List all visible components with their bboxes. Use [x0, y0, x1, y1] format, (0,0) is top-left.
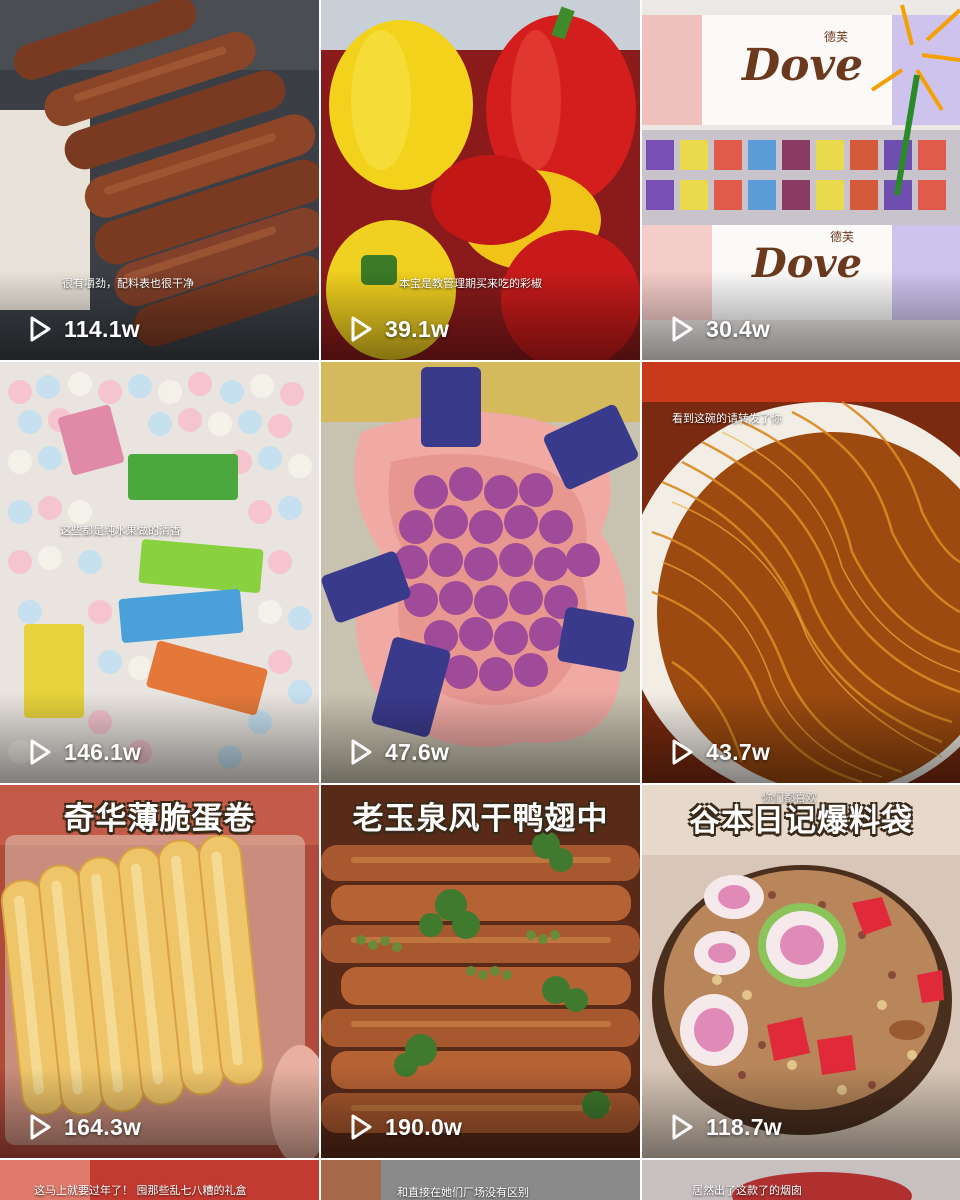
video-card[interactable]: 和直接在她们厂场没有区别 [321, 1160, 640, 1200]
play-count-value: 190.0w [385, 1113, 463, 1140]
play-count: 114.1w [24, 314, 140, 344]
play-count-value: 118.7w [706, 1113, 782, 1140]
play-count-value: 164.3w [64, 1113, 142, 1140]
video-caption: 很有嚼劲，配料表也很干净 [62, 277, 194, 290]
video-card[interactable]: Dove 德芙 Dove 德芙 30.4w [642, 0, 960, 360]
play-count: 39.1w [345, 314, 449, 344]
play-count-value: 39.1w [385, 315, 450, 342]
play-count: 47.6w [345, 737, 449, 767]
video-grid: 很有嚼劲，配料表也很干净 114.1w 本宝是教管理期买来吃的彩椒 39.1w [0, 0, 960, 1200]
video-caption: 居然出了这款了的烟囱 [692, 1184, 802, 1197]
video-caption: 和直接在她们厂场没有区别 [397, 1186, 529, 1199]
video-card[interactable]: 老玉泉风干鸭翅中 190.0w [321, 785, 640, 1158]
video-card[interactable]: 这马上就要过年了！ 囤那些乱七八糟的礼盒 [0, 1160, 319, 1200]
video-card[interactable]: 本宝是教管理期买来吃的彩椒 39.1w [321, 0, 640, 360]
video-card[interactable]: 很有嚼劲，配料表也很干净 114.1w [0, 0, 319, 360]
video-title: 谷本日记爆料袋 [689, 803, 913, 839]
play-icon [351, 1114, 372, 1140]
play-icon [672, 316, 693, 342]
play-count: 146.1w [24, 737, 141, 767]
play-icon [351, 739, 372, 765]
video-card[interactable]: 这些都是纯水果做的清香 146.1w [0, 362, 319, 783]
play-count-value: 30.4w [706, 315, 771, 342]
play-count-value: 43.7w [706, 738, 771, 765]
video-caption: 这些都是纯水果做的清香 [60, 524, 181, 537]
brand-logo: Dove [742, 40, 864, 91]
brand-logo-cn: 德芙 [824, 30, 849, 44]
video-caption: 看到这碗的请转发了你 [672, 412, 782, 425]
play-count-value: 114.1w [64, 315, 140, 342]
video-card[interactable]: 47.6w [321, 362, 640, 783]
play-count: 190.0w [345, 1112, 462, 1142]
play-count-value: 146.1w [64, 738, 142, 765]
play-count: 43.7w [666, 737, 770, 767]
play-icon [30, 316, 51, 342]
play-icon [672, 739, 693, 765]
play-count: 164.3w [24, 1112, 141, 1142]
video-card[interactable]: 居然出了这款了的烟囱 [642, 1160, 960, 1200]
video-title: 奇华薄脆蛋卷 [63, 801, 256, 837]
video-card[interactable]: 奇华薄脆蛋卷 164.3w [0, 785, 319, 1158]
video-title: 老玉泉风干鸭翅中 [352, 801, 609, 837]
video-card[interactable]: 看到这碗的请转发了你 43.7w [642, 362, 960, 783]
play-icon [30, 739, 51, 765]
play-icon [351, 316, 372, 342]
play-count: 30.4w [666, 314, 770, 344]
video-caption: 这马上就要过年了！ 囤那些乱七八糟的礼盒 [34, 1184, 247, 1197]
brand-logo-cn: 德芙 [830, 230, 855, 244]
play-count: 118.7w [666, 1112, 782, 1142]
play-icon [672, 1114, 693, 1140]
video-caption: 本宝是教管理期买来吃的彩椒 [399, 277, 542, 290]
play-count-value: 47.6w [385, 738, 450, 765]
play-icon [30, 1114, 51, 1140]
video-card[interactable]: 你们都喜欢 谷本日记爆料袋 118.7w [642, 785, 960, 1158]
